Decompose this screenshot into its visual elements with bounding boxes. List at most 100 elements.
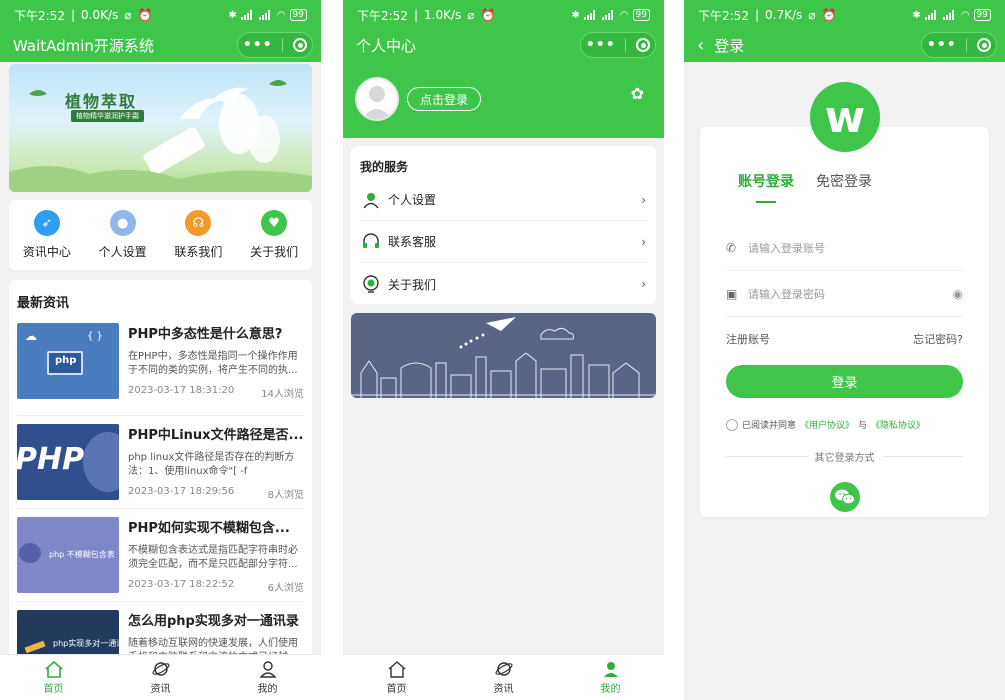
- page-title: 个人中心: [356, 36, 417, 55]
- wifi-icon: ◠: [276, 9, 286, 21]
- more-icon[interactable]: •••: [586, 37, 616, 53]
- lock-icon: ▣: [726, 286, 738, 301]
- tab-news[interactable]: 资讯: [494, 660, 514, 695]
- account-input[interactable]: 请输入登录账号: [748, 240, 825, 256]
- battery-icon: 99: [289, 9, 307, 21]
- phone-icon: ✆: [726, 240, 737, 255]
- agree-checkbox[interactable]: [726, 418, 738, 431]
- banner[interactable]: 植物萃取 植物精华滋润护手霜: [9, 64, 312, 192]
- settings-icon[interactable]: ✿: [631, 84, 644, 103]
- tab-mine[interactable]: 我的: [258, 660, 278, 695]
- more-icon[interactable]: •••: [243, 37, 273, 53]
- account-field[interactable]: ✆ 请输入登录账号: [726, 225, 963, 271]
- forgot-password-link[interactable]: 忘记密码?: [913, 331, 963, 347]
- account-links: 注册账号 忘记密码?: [726, 331, 963, 347]
- miniapp-capsule: •••: [921, 32, 997, 58]
- bluetooth-icon: ✱: [571, 9, 580, 21]
- home-header: 下午2:52 | 0.0K/s ⌀ ⏰ ✱ ◠ 99 WaitAdmin开源系统…: [0, 0, 321, 62]
- service-contact-support[interactable]: 联系客服 ›: [360, 221, 646, 263]
- tab-mine[interactable]: 我的: [601, 660, 621, 695]
- news-title: PHP中Linux文件路径是否...: [128, 428, 304, 443]
- user-icon: [258, 661, 277, 678]
- promo-banner[interactable]: [351, 313, 656, 398]
- menu-personal-settings[interactable]: ● 个人设置: [99, 210, 147, 260]
- wechat-icon: [834, 489, 855, 505]
- alarm-icon: ⏰: [137, 8, 153, 22]
- default-avatar-icon: [362, 86, 392, 119]
- news-item[interactable]: php实现多对一通讯 怎么用php实现多对一通讯录 随着移动互联网的快速发展，人…: [17, 602, 304, 660]
- page-title: 登录: [714, 36, 745, 55]
- close-miniapp-icon[interactable]: [977, 38, 992, 52]
- news-item[interactable]: PHP PHP中Linux文件路径是否... php linux文件路径是否存在…: [17, 416, 304, 509]
- alarm-icon: ⏰: [821, 8, 837, 22]
- tab-news[interactable]: 资讯: [151, 660, 171, 695]
- status-speed: 1.0K/s: [424, 8, 462, 22]
- planet-icon: [494, 662, 513, 676]
- back-icon[interactable]: ‹: [697, 35, 704, 56]
- status-time: 下午2:52: [14, 8, 65, 23]
- news-date: 2023-03-17 18:29:56: [128, 486, 235, 497]
- news-title: PHP中多态性是什么意思?: [128, 327, 283, 342]
- menu-contact-us[interactable]: ☊ 联系我们: [174, 210, 222, 260]
- profile-header: 下午2:52 | 1.0K/s ⌀ ⏰ ✱ ◠ 99 个人中心 ••• 点击登录…: [343, 0, 664, 138]
- close-miniapp-icon[interactable]: [636, 38, 651, 52]
- signal-icon: [924, 10, 939, 20]
- news-item[interactable]: php ☁ { } PHP中多态性是什么意思? 在PHP中，多态性是指同一个操作…: [17, 323, 304, 416]
- news-summary: 不模糊包含表达式是指匹配字符串时必须完全匹配，而不是只匹配部分字符...: [128, 545, 298, 570]
- more-icon[interactable]: •••: [927, 37, 957, 53]
- user-agreement-link[interactable]: 《用户协议》: [800, 418, 854, 431]
- banner-illustration: [9, 80, 312, 192]
- click-login-button[interactable]: 点击登录: [407, 87, 482, 111]
- tab-passwordless-login[interactable]: 免密登录: [816, 171, 872, 203]
- menu-news-center[interactable]: ➶ 资讯中心: [23, 210, 71, 260]
- nav-bar: 个人中心 •••: [343, 30, 664, 60]
- profile-info: 点击登录 ✿: [343, 60, 664, 138]
- avatar[interactable]: [355, 77, 399, 121]
- password-field[interactable]: ▣ 请输入登录密码 ◉: [726, 271, 963, 317]
- login-screen: 下午2:52 | 0.7K/s ⌀ ⏰ ✱ ◠ 99 ‹ 登录 ••• w 账号…: [684, 0, 1005, 700]
- tab-home[interactable]: 首页: [44, 660, 64, 695]
- services-title: 我的服务: [360, 160, 409, 174]
- wifi-icon: ◠: [960, 9, 970, 21]
- menu-about-us[interactable]: ♥ 关于我们: [250, 210, 298, 260]
- city-illustration: [351, 317, 656, 398]
- signal-icon: [583, 10, 598, 20]
- battery-icon: 99: [973, 9, 991, 21]
- heart-icon: ♥: [261, 210, 288, 236]
- password-input[interactable]: 请输入登录密码: [748, 286, 825, 302]
- alarm-icon: ⏰: [480, 8, 496, 22]
- latest-news: 最新资讯 php ☁ { } PHP中多态性是什么意思? 在PHP中，多态性是指…: [9, 280, 312, 660]
- battery-icon: 99: [632, 9, 650, 21]
- signal-icon: [942, 10, 957, 20]
- banner-title: 植物萃取: [65, 92, 138, 111]
- news-title: 怎么用php实现多对一通讯录: [128, 614, 299, 629]
- status-bar: 下午2:52 | 0.0K/s ⌀ ⏰ ✱ ◠ 99: [0, 0, 321, 30]
- info-icon: [360, 273, 382, 295]
- wechat-login-button[interactable]: [829, 482, 860, 512]
- miniapp-capsule: •••: [580, 32, 656, 58]
- news-date: 2023-03-17 18:22:52: [128, 579, 235, 590]
- service-personal-settings[interactable]: 个人设置 ›: [360, 179, 646, 221]
- eye-icon[interactable]: ◉: [953, 287, 963, 301]
- news-item[interactable]: php 不模糊包含表 PHP如何实现不模糊包含... 不模糊包含表达式是指匹配字…: [17, 509, 304, 602]
- status-speed: 0.0K/s: [81, 8, 119, 22]
- status-bar: 下午2:52 | 0.7K/s ⌀ ⏰ ✱ ◠ 99: [684, 0, 1005, 30]
- tab-bar: 首页 资讯 我的: [343, 654, 664, 700]
- status-time: 下午2:52: [698, 8, 749, 23]
- status-speed: 0.7K/s: [765, 8, 803, 22]
- other-login-divider: 其它登录方式: [726, 449, 963, 464]
- login-button[interactable]: 登录: [726, 365, 963, 398]
- service-about-us[interactable]: 关于我们 ›: [360, 263, 646, 305]
- news-title: PHP如何实现不模糊包含...: [128, 521, 290, 536]
- close-miniapp-icon[interactable]: [293, 38, 308, 52]
- my-services: 我的服务 个人设置 › 联系客服 › 关于我们 ›: [351, 146, 656, 304]
- privacy-policy-link[interactable]: 《隐私协议》: [871, 418, 925, 431]
- register-link[interactable]: 注册账号: [726, 331, 770, 347]
- signal-icon: [601, 10, 616, 20]
- tab-home[interactable]: 首页: [387, 660, 407, 695]
- banner-subtitle: 植物精华滋润护手霜: [71, 110, 144, 122]
- quick-menu: ➶ 资讯中心 ● 个人设置 ☊ 联系我们 ♥ 关于我们: [9, 200, 312, 270]
- wifi-icon: ◠: [619, 9, 629, 21]
- news-views: 14人浏览: [261, 389, 304, 400]
- tab-account-login[interactable]: 账号登录: [738, 171, 794, 203]
